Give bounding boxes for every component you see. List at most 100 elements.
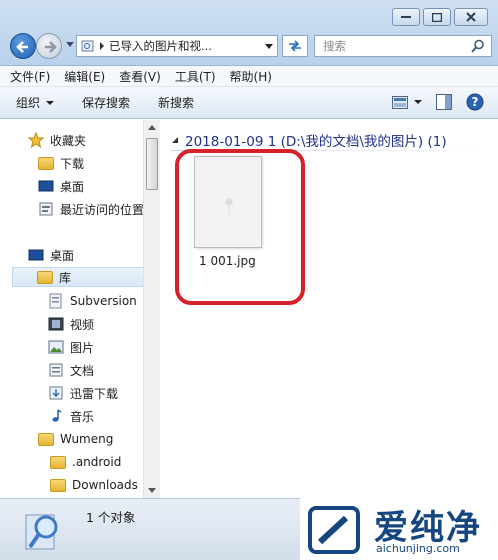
sidebar-item-label: 文档 bbox=[70, 363, 95, 378]
star-icon bbox=[28, 132, 44, 148]
watermark: 爱纯净 aichunjing.com bbox=[300, 498, 498, 560]
scrollbar-thumb[interactable] bbox=[146, 138, 158, 190]
scroll-up-icon[interactable] bbox=[148, 125, 156, 130]
address-bar[interactable]: 已导入的图片和视... bbox=[76, 35, 278, 57]
downloads-folder-icon bbox=[38, 156, 54, 170]
preview-pane-icon[interactable] bbox=[436, 94, 452, 110]
menu-bar: 文件(F) 编辑(E) 查看(V) 工具(T) 帮助(H) bbox=[0, 66, 498, 87]
sidebar-item-favorites[interactable]: 收藏夹 bbox=[28, 130, 86, 150]
arrow-left-icon bbox=[16, 41, 28, 53]
navigation-row: 已导入的图片和视... 搜索 bbox=[8, 33, 492, 59]
folder-icon bbox=[50, 478, 66, 492]
scroll-down-icon[interactable] bbox=[148, 488, 156, 493]
help-icon[interactable]: ? bbox=[466, 93, 484, 111]
collapse-triangle-icon[interactable] bbox=[171, 136, 179, 144]
recent-places-icon bbox=[39, 202, 53, 216]
music-icon bbox=[52, 409, 62, 422]
sidebar-item-label: Wumeng bbox=[60, 432, 114, 446]
sidebar-item-label: 库 bbox=[59, 270, 72, 285]
folder-icon bbox=[50, 455, 66, 469]
documents-icon bbox=[49, 363, 63, 377]
save-search-button[interactable]: 保存搜索 bbox=[82, 94, 130, 111]
breadcrumb-arrow-icon bbox=[100, 42, 104, 50]
menu-edit[interactable]: 编辑(E) bbox=[64, 68, 105, 85]
sidebar-item-label: 迅雷下载 bbox=[70, 386, 119, 401]
menu-tools[interactable]: 工具(T) bbox=[175, 68, 216, 85]
sidebar-item-label: .android bbox=[72, 455, 122, 469]
sidebar-item-label: 最近访问的位置 bbox=[60, 202, 145, 217]
status-count: 1 个对象 bbox=[86, 510, 136, 525]
sidebar-item-label: 下载 bbox=[60, 156, 85, 171]
navigation-scrollbar[interactable] bbox=[143, 120, 160, 498]
minimize-button[interactable] bbox=[392, 8, 420, 26]
search-folder-icon bbox=[81, 40, 94, 52]
pictures-icon bbox=[48, 340, 64, 354]
navigation-pane: 收藏夹 下载 桌面 最近访问的位置 桌面 库 Subversion 视频 图片 … bbox=[0, 120, 160, 498]
svg-text:?: ? bbox=[472, 95, 479, 109]
sidebar-item-downloads-folder[interactable]: Downloads bbox=[50, 475, 138, 495]
arrow-right-icon bbox=[45, 41, 57, 53]
sidebar-item-music[interactable]: 音乐 bbox=[48, 406, 94, 426]
chevron-down-icon bbox=[46, 100, 55, 105]
xunlei-download-icon bbox=[49, 386, 63, 400]
search-input[interactable]: 搜索 bbox=[314, 35, 492, 57]
new-search-label: 新搜索 bbox=[158, 96, 195, 110]
minimize-icon bbox=[401, 16, 411, 18]
user-folder-icon bbox=[38, 432, 54, 446]
menu-view[interactable]: 查看(V) bbox=[119, 68, 161, 85]
sidebar-item-label: Downloads bbox=[72, 478, 138, 492]
sidebar-item-android[interactable]: .android bbox=[50, 452, 121, 472]
sidebar-item-user[interactable]: Wumeng bbox=[38, 429, 113, 449]
watermark-url: aichunjing.com bbox=[376, 542, 460, 555]
address-dropdown-icon[interactable] bbox=[265, 43, 273, 49]
maximize-icon bbox=[432, 12, 442, 22]
menu-file[interactable]: 文件(F) bbox=[10, 68, 50, 85]
group-header-text: 2018-01-09 1 (D:\我的文档\我的图片) (1) bbox=[185, 134, 447, 150]
sidebar-item-documents[interactable]: 文档 bbox=[48, 360, 94, 380]
sidebar-item-downloads[interactable]: 下载 bbox=[38, 153, 84, 173]
forward-button[interactable] bbox=[36, 33, 62, 59]
desktop-icon bbox=[28, 249, 44, 261]
video-icon bbox=[48, 317, 64, 331]
back-button[interactable] bbox=[10, 33, 36, 59]
organize-button[interactable]: 组织 bbox=[16, 94, 55, 111]
highlight-circle bbox=[175, 149, 305, 305]
sidebar-item-label: 桌面 bbox=[50, 248, 75, 263]
sidebar-item-label: 桌面 bbox=[60, 179, 85, 194]
group-header[interactable]: 2018-01-09 1 (D:\我的文档\我的图片) (1) bbox=[171, 130, 447, 150]
close-icon bbox=[466, 12, 476, 22]
sidebar-item-pictures[interactable]: 图片 bbox=[48, 337, 94, 357]
close-button[interactable] bbox=[454, 8, 488, 26]
change-view-button[interactable] bbox=[392, 95, 422, 109]
search-placeholder: 搜索 bbox=[323, 39, 346, 53]
maximize-button[interactable] bbox=[423, 8, 451, 26]
sidebar-item-recent[interactable]: 最近访问的位置 bbox=[38, 199, 144, 219]
search-library-icon bbox=[25, 514, 58, 550]
sidebar-item-label: 视频 bbox=[70, 317, 95, 332]
view-dropdown-icon bbox=[414, 100, 422, 104]
search-icon[interactable] bbox=[471, 39, 485, 53]
sidebar-item-desktop[interactable]: 桌面 bbox=[28, 245, 74, 265]
toolbar-right-group: ? bbox=[392, 93, 484, 111]
new-search-button[interactable]: 新搜索 bbox=[158, 94, 194, 111]
address-text: 已导入的图片和视... bbox=[109, 39, 212, 53]
subversion-icon bbox=[49, 293, 62, 309]
view-icon bbox=[392, 95, 408, 109]
refresh-icon bbox=[289, 40, 301, 52]
save-search-label: 保存搜索 bbox=[82, 96, 131, 110]
menu-help[interactable]: 帮助(H) bbox=[230, 68, 272, 85]
sidebar-item-label: 音乐 bbox=[70, 409, 95, 424]
watermark-logo bbox=[308, 506, 360, 554]
sidebar-item-label: Subversion bbox=[70, 294, 137, 308]
window-controls bbox=[392, 8, 488, 26]
file-list-area: 2018-01-09 1 (D:\我的文档\我的图片) (1) 1 001.jp… bbox=[161, 120, 498, 498]
sidebar-item-xunlei[interactable]: 迅雷下载 bbox=[48, 383, 118, 403]
sidebar-item-library[interactable]: 库 bbox=[12, 267, 144, 287]
refresh-button[interactable] bbox=[282, 35, 308, 57]
sidebar-item-desktop-favorite[interactable]: 桌面 bbox=[38, 176, 84, 196]
sidebar-item-label: 收藏夹 bbox=[50, 133, 87, 148]
sidebar-item-label: 图片 bbox=[70, 340, 95, 355]
recent-pages-dropdown[interactable] bbox=[66, 42, 74, 47]
sidebar-item-videos[interactable]: 视频 bbox=[48, 314, 94, 334]
sidebar-item-subversion[interactable]: Subversion bbox=[48, 291, 137, 311]
